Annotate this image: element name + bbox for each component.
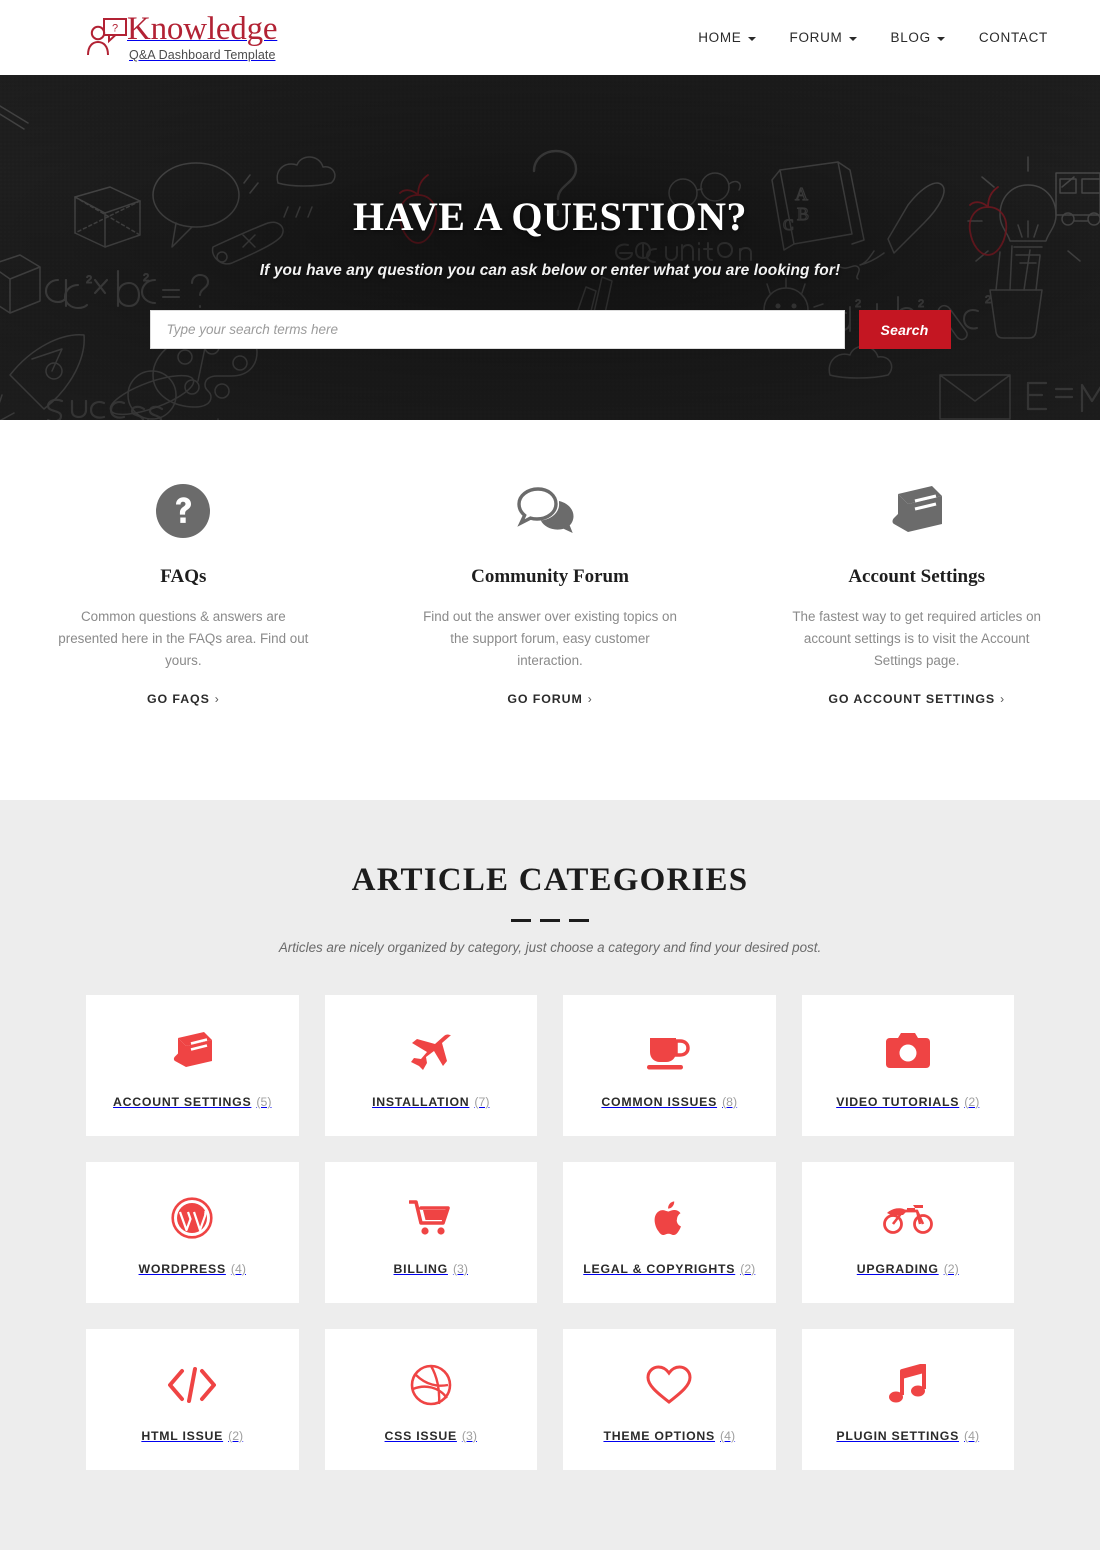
nav-item-contact[interactable]: CONTACT: [979, 30, 1048, 45]
category-label: VIDEO TUTORIALS (2): [836, 1095, 979, 1109]
category-name: LEGAL & COPYRIGHTS: [583, 1261, 736, 1276]
category-name: VIDEO TUTORIALS: [836, 1094, 960, 1109]
category-label: WORDPRESS (4): [139, 1262, 246, 1276]
chat-bubbles-icon: [419, 482, 682, 540]
nav-item-forum[interactable]: FORUM: [790, 30, 857, 45]
feature-title: FAQs: [160, 566, 207, 587]
feature-account-settings: Account Settings The fastest way to get …: [733, 482, 1100, 708]
airplane-icon: [409, 1023, 453, 1079]
question-mark-circle-icon: [52, 482, 315, 540]
svg-text:?: ?: [112, 23, 118, 35]
feature-community-forum: Community Forum Find out the answer over…: [367, 482, 734, 708]
chevron-down-icon: [936, 36, 945, 41]
category-card-upgrading[interactable]: UPGRADING (2): [801, 1162, 1014, 1304]
category-card-html-issue[interactable]: HTML ISSUE (2): [86, 1329, 299, 1471]
chevron-down-icon: [848, 36, 857, 41]
search-input[interactable]: [149, 310, 845, 349]
code-icon: [168, 1357, 217, 1413]
feature-link-label: GO FORUM: [507, 692, 583, 707]
book-icon: [785, 482, 1048, 540]
category-card-video-tutorials[interactable]: VIDEO TUTORIALS (2): [801, 995, 1014, 1137]
article-categories-section: ARTICLE CATEGORIES Articles are nicely o…: [0, 800, 1100, 1550]
nav-item-blog[interactable]: BLOG: [891, 30, 945, 45]
nav-label: HOME: [698, 30, 742, 45]
shopping-cart-icon: [408, 1190, 453, 1246]
music-note-icon: [888, 1357, 928, 1413]
category-count: (3): [452, 1261, 468, 1276]
logo-title: Knowledge: [127, 11, 278, 47]
apple-icon: [651, 1190, 687, 1246]
category-grid: ACCOUNT SETTINGS (5) INSTALLATION (7) CO…: [86, 995, 1014, 1471]
category-label: BILLING (3): [394, 1262, 468, 1276]
hero-subtitle: If you have any question you can ask bel…: [259, 262, 841, 279]
nav-label: BLOG: [890, 30, 931, 45]
heart-icon: [646, 1357, 692, 1413]
feature-link-label: GO FAQS: [147, 692, 210, 707]
feature-description: The fastest way to get required articles…: [792, 609, 1041, 669]
feature-title: Account Settings: [848, 566, 986, 587]
category-count: (2): [943, 1261, 959, 1276]
feature-link-forum[interactable]: GO FORUM ›: [507, 692, 592, 706]
book-icon: [170, 1023, 214, 1079]
feature-link-account-settings[interactable]: GO ACCOUNT SETTINGS ›: [828, 692, 1005, 706]
category-card-billing[interactable]: BILLING (3): [324, 1162, 537, 1304]
category-name: INSTALLATION: [372, 1094, 470, 1109]
category-card-legal-copyrights[interactable]: LEGAL & COPYRIGHTS (2): [563, 1162, 776, 1304]
category-count: (2): [740, 1261, 756, 1276]
category-count: (8): [722, 1094, 738, 1109]
hero-search-form: Search: [0, 310, 1100, 349]
category-card-css-issue[interactable]: CSS ISSUE (3): [324, 1329, 537, 1471]
section-title: ARTICLE CATEGORIES: [351, 862, 749, 899]
category-card-plugin-settings[interactable]: PLUGIN SETTINGS (4): [801, 1329, 1014, 1471]
category-name: ACCOUNT SETTINGS: [113, 1094, 252, 1109]
hero-section: 2 2: [0, 75, 1100, 420]
feature-description: Find out the answer over existing topics…: [423, 609, 677, 669]
chevron-down-icon: [747, 36, 756, 41]
nav-label: CONTACT: [978, 30, 1048, 45]
category-label: INSTALLATION (7): [372, 1095, 489, 1109]
category-label: ACCOUNT SETTINGS (5): [113, 1095, 271, 1109]
category-card-account-settings[interactable]: ACCOUNT SETTINGS (5): [86, 995, 299, 1137]
category-name: UPGRADING: [856, 1261, 939, 1276]
feature-link-faqs[interactable]: GO FAQS ›: [147, 692, 220, 706]
feature-title: Community Forum: [471, 566, 629, 587]
chevron-right-icon: ›: [214, 692, 220, 707]
category-count: (4): [230, 1261, 246, 1276]
features-section: FAQs Common questions & answers are pres…: [0, 420, 1100, 801]
category-card-common-issues[interactable]: COMMON ISSUES (8): [563, 995, 776, 1137]
motorcycle-icon: [882, 1190, 933, 1246]
category-label: LEGAL & COPYRIGHTS (2): [583, 1262, 755, 1276]
wordpress-icon: [171, 1190, 213, 1246]
category-card-installation[interactable]: INSTALLATION (7): [324, 995, 537, 1137]
dribbble-icon: [410, 1357, 452, 1413]
category-name: WORDPRESS: [138, 1261, 226, 1276]
chevron-right-icon: ›: [587, 692, 593, 707]
category-card-wordpress[interactable]: WORDPRESS (4): [86, 1162, 299, 1304]
coffee-cup-icon: [646, 1023, 692, 1079]
category-name: COMMON ISSUES: [601, 1094, 718, 1109]
section-divider: [0, 919, 1100, 923]
category-count: (7): [474, 1094, 490, 1109]
main-nav: HOME FORUM BLOG CONTACT: [698, 30, 1072, 45]
page-title: HAVE A QUESTION?: [352, 194, 748, 239]
nav-item-home[interactable]: HOME: [698, 30, 756, 45]
nav-label: FORUM: [789, 30, 843, 45]
user-question-bubble-icon: ?: [85, 17, 131, 61]
section-subtitle: Articles are nicely organized by categor…: [278, 940, 822, 956]
feature-link-label: GO ACCOUNT SETTINGS: [828, 692, 996, 707]
search-button[interactable]: Search: [858, 310, 951, 349]
feature-description: Common questions & answers are presented…: [58, 609, 309, 669]
logo-subtitle: Q&A Dashboard Template: [129, 48, 276, 62]
category-label: UPGRADING (2): [857, 1262, 959, 1276]
chevron-right-icon: ›: [1000, 692, 1005, 707]
camera-icon: [885, 1023, 930, 1079]
category-card-theme-options[interactable]: THEME OPTIONS (4): [563, 1329, 776, 1471]
feature-faqs: FAQs Common questions & answers are pres…: [0, 482, 367, 708]
category-name: BILLING: [393, 1261, 448, 1276]
category-count: (2): [964, 1094, 980, 1109]
site-header: ? Knowledge Q&A Dashboard Template HOME …: [0, 0, 1100, 75]
category-count: (5): [256, 1094, 272, 1109]
site-logo[interactable]: ? Knowledge Q&A Dashboard Template: [85, 11, 278, 62]
category-label: COMMON ISSUES (8): [601, 1095, 737, 1109]
